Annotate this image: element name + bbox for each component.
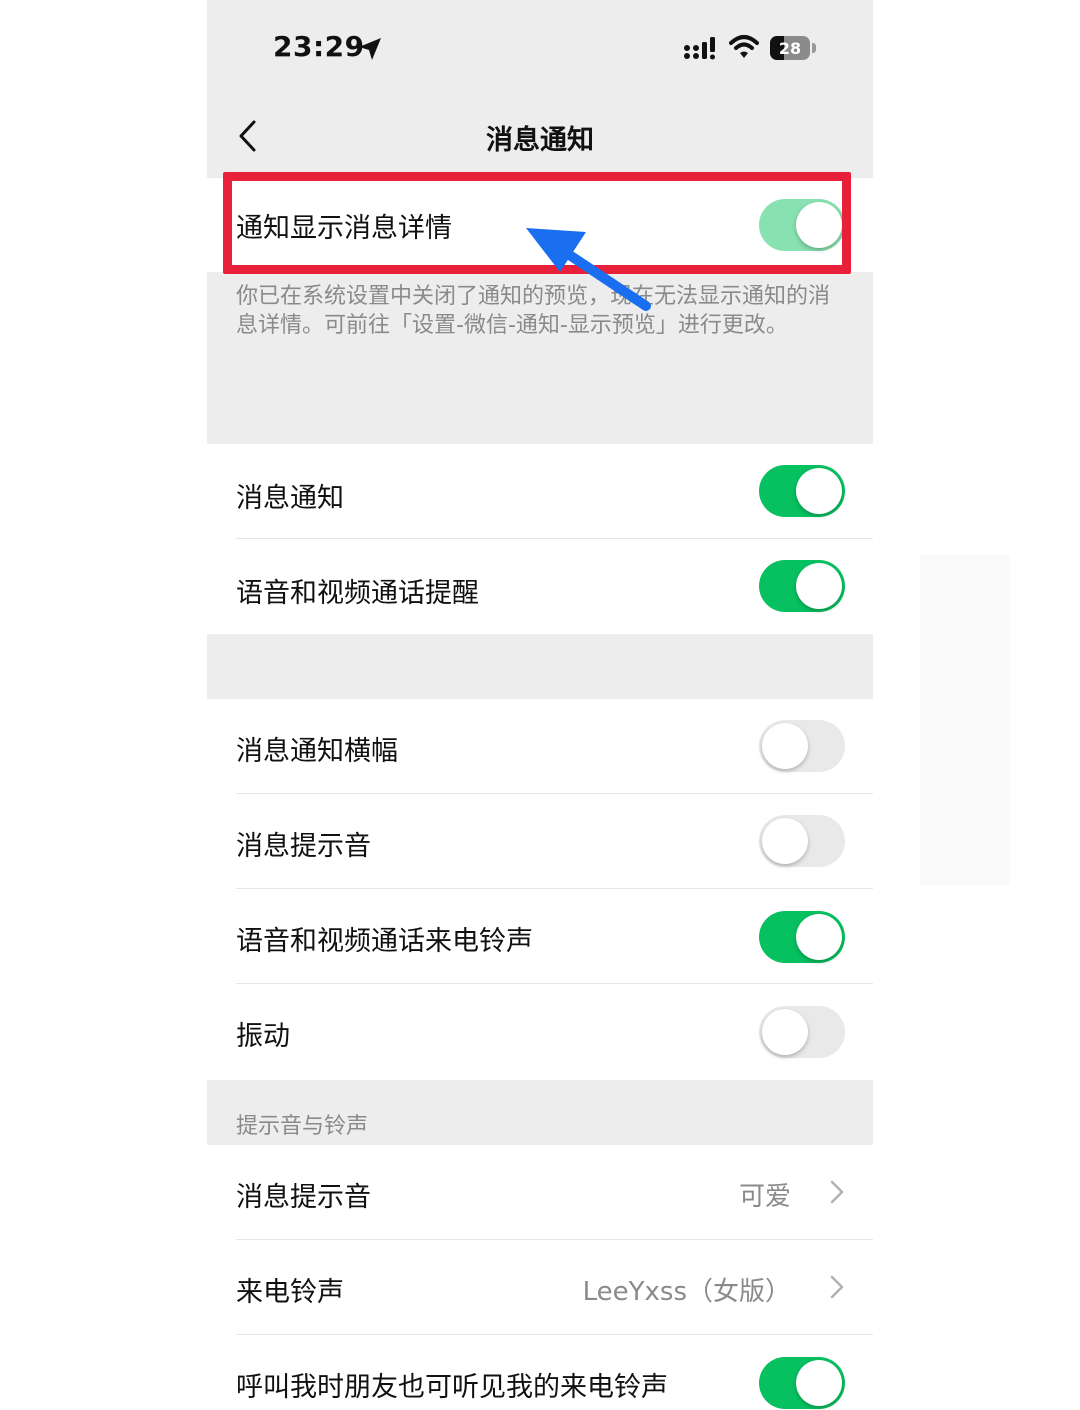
battery-cap — [812, 43, 816, 53]
settings-row-banner: 消息通知横幅 — [207, 699, 873, 794]
battery-indicator: 28 — [770, 36, 810, 60]
ringtone-value: LeeYxss（女版） — [582, 1277, 791, 1307]
row-label: 通知显示消息详情 — [236, 213, 452, 244]
page-title: 消息通知 — [486, 125, 594, 156]
location-arrow-icon — [359, 38, 381, 60]
settings-row-message-tone[interactable]: 消息提示音 可爱 — [207, 1145, 873, 1240]
settings-row-call-alert: 语音和视频通话提醒 — [207, 539, 873, 634]
navigation-bar: 消息通知 — [207, 96, 873, 178]
row-label: 来电铃声 — [236, 1277, 344, 1308]
settings-row-ringtone[interactable]: 来电铃声 LeeYxss（女版） — [207, 1240, 873, 1335]
battery-level: 28 — [778, 38, 802, 58]
row-label: 消息通知 — [236, 483, 344, 514]
settings-row-message-notification: 消息通知 — [207, 444, 873, 539]
settings-row-friends-hear-ringtone: 呼叫我时朋友也可听见我的来电铃声 — [207, 1335, 873, 1410]
call-alert-toggle[interactable] — [759, 560, 845, 612]
message-notification-toggle[interactable] — [759, 465, 845, 517]
row-label: 呼叫我时朋友也可听见我的来电铃声 — [236, 1372, 668, 1403]
settings-row-vibration: 振动 — [207, 984, 873, 1080]
settings-row-notification-detail: 通知显示消息详情 — [207, 178, 873, 272]
row-label: 消息通知横幅 — [236, 736, 398, 767]
call-ringtone-toggle[interactable] — [759, 911, 845, 963]
cellular-signal-icon — [684, 37, 715, 60]
wifi-icon — [729, 35, 759, 58]
phone-screen: 23:29 28 消息通知 通知显示消息详情 你已在系统设置中关闭了通知的预览，… — [207, 0, 873, 1410]
row-label: 语音和视频通话来电铃声 — [236, 926, 533, 957]
notification-detail-toggle[interactable] — [759, 199, 845, 251]
detail-footnote: 你已在系统设置中关闭了通知的预览，现在无法显示通知的消息详情。可前往「设置-微信… — [236, 284, 831, 338]
background-glow — [920, 555, 1010, 885]
section-header-sounds: 提示音与铃声 — [236, 1114, 369, 1139]
banner-toggle[interactable] — [759, 720, 845, 772]
settings-row-call-ringtone: 语音和视频通话来电铃声 — [207, 889, 873, 984]
vibration-toggle[interactable] — [759, 1006, 845, 1058]
row-label: 语音和视频通话提醒 — [236, 578, 479, 609]
status-bar: 23:29 28 — [207, 0, 873, 96]
row-label: 消息提示音 — [236, 831, 371, 862]
row-label: 消息提示音 — [236, 1182, 371, 1213]
friends-hear-ringtone-toggle[interactable] — [759, 1357, 845, 1409]
status-time: 23:29 — [273, 30, 365, 63]
chevron-right-icon — [830, 1275, 844, 1299]
message-tone-value: 可爱 — [738, 1182, 791, 1212]
chevron-right-icon — [830, 1180, 844, 1204]
row-label: 振动 — [236, 1021, 290, 1052]
message-sound-toggle[interactable] — [759, 815, 845, 867]
settings-row-message-sound: 消息提示音 — [207, 794, 873, 889]
